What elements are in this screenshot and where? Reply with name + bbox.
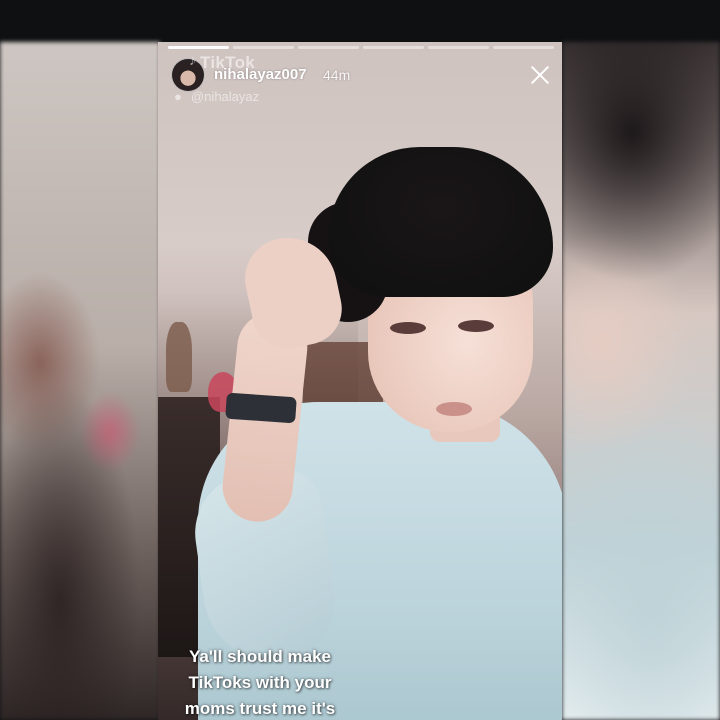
progress-segment xyxy=(233,46,294,49)
user-icon: ● xyxy=(174,89,182,104)
blurred-background-left xyxy=(0,42,160,720)
story-username[interactable]: nihalayaz007 xyxy=(214,66,307,83)
tiktok-handle: @nihalayaz xyxy=(191,89,260,104)
person-lips xyxy=(436,402,472,416)
caption-line: TikToks with your xyxy=(188,673,332,692)
caption-line: Ya'll should make xyxy=(189,647,331,666)
progress-segment xyxy=(428,46,489,49)
close-button[interactable] xyxy=(527,62,553,88)
story-timestamp: 44m xyxy=(323,67,351,83)
progress-segment xyxy=(298,46,359,49)
caption-line: moms trust me it's xyxy=(184,699,336,718)
story-viewer: ♪ TikTok nihalayaz007 44m ● @nihalayaz Y… xyxy=(0,0,720,720)
top-bar xyxy=(0,0,720,42)
blurred-background-right xyxy=(562,42,720,720)
progress-segment xyxy=(493,46,554,49)
story-frame[interactable] xyxy=(158,42,562,720)
progress-segment xyxy=(363,46,424,49)
background-vase xyxy=(166,322,192,392)
wrist-watch xyxy=(225,392,297,424)
story-progress-bar xyxy=(168,46,554,49)
person-eye-left xyxy=(390,322,426,334)
progress-segment xyxy=(168,46,229,49)
person-eye-right xyxy=(458,320,494,332)
person-hair xyxy=(328,147,553,297)
story-caption: Ya'll should make TikToks with your moms… xyxy=(160,644,360,720)
tiktok-note-icon: ♪ xyxy=(189,52,196,68)
